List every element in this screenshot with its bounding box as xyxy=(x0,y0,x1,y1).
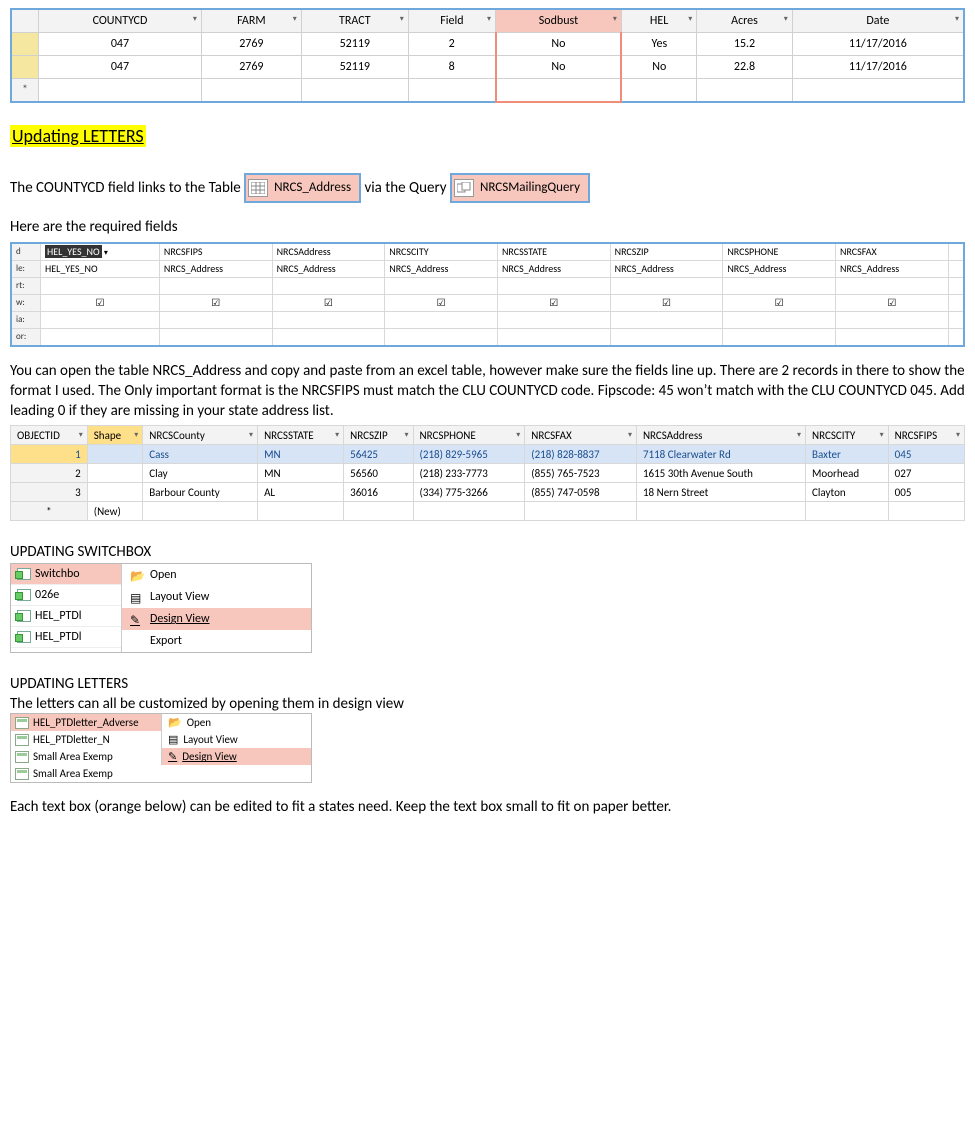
show-checkbox[interactable]: ☑ xyxy=(41,294,160,311)
show-checkbox[interactable]: ☑ xyxy=(159,294,272,311)
form-icon xyxy=(17,589,31,601)
field-cell[interactable]: HEL_YES_NO ▾ xyxy=(41,243,160,261)
new-row[interactable]: * xyxy=(11,79,964,103)
chevron-down-icon[interactable]: ▾ xyxy=(400,14,404,24)
nrcs-address-table[interactable]: OBJECTID▾ Shape▾ NRCSCounty▾ NRCSSTATE▾ … xyxy=(10,425,965,521)
show-checkbox[interactable]: ☑ xyxy=(385,294,498,311)
nav-item-switchboard[interactable]: Switchbo xyxy=(11,564,121,585)
table-row[interactable]: 047 2769 52119 8 No No 22.8 11/17/2016 xyxy=(11,56,964,79)
menu-open[interactable]: 📂Open xyxy=(162,714,311,731)
show-checkbox[interactable]: ☑ xyxy=(272,294,385,311)
table-row[interactable]: 2 Clay MN 56560 (218) 233-7773 (855) 765… xyxy=(11,464,965,483)
col-shape[interactable]: Shape▾ xyxy=(87,426,142,445)
col-nrcszip[interactable]: NRCSZIP▾ xyxy=(344,426,413,445)
col-nrcsphone[interactable]: NRCSPHONE▾ xyxy=(413,426,525,445)
col-date[interactable]: Date▾ xyxy=(792,9,964,33)
required-fields-label: Here are the required fields xyxy=(10,217,965,237)
form-icon xyxy=(17,568,31,580)
col-sodbust[interactable]: Sodbust▾ xyxy=(496,9,622,33)
letters-context-menu: HEL_PTDletter_Adverse HEL_PTDletter_N Sm… xyxy=(10,713,312,783)
chevron-down-icon[interactable]: ▾ xyxy=(293,14,297,24)
col-farm[interactable]: FARM▾ xyxy=(201,9,301,33)
layout-icon: ▤ xyxy=(168,733,178,746)
design-icon: ✎ xyxy=(168,750,177,763)
col-tract[interactable]: TRACT▾ xyxy=(301,9,408,33)
nav-item[interactable]: HEL_PTDl xyxy=(11,627,121,648)
open-icon: 📂 xyxy=(168,716,182,729)
chip-label: NRCS_Address xyxy=(274,173,351,203)
switchbox-context-menu: Switchbo 026e HEL_PTDl HEL_PTDl 📂Open ▤L… xyxy=(10,563,312,653)
col-acres[interactable]: Acres▾ xyxy=(697,9,792,33)
col-nrcsaddress[interactable]: NRCSAddress▾ xyxy=(636,426,805,445)
query-design-grid[interactable]: d HEL_YES_NO ▾ NRCSFIPS NRCSAddress NRCS… xyxy=(10,242,965,347)
nav-item[interactable]: HEL_PTDl xyxy=(11,606,121,627)
nav-item[interactable]: 026e xyxy=(11,585,121,606)
col-nrcscity[interactable]: NRCSCITY▾ xyxy=(806,426,889,445)
report-icon xyxy=(15,734,29,746)
heading-updating-letters-2: UPDATING LETTERS xyxy=(10,675,965,693)
paragraph-copy-instructions: You can open the table NRCS_Address and … xyxy=(10,361,965,422)
chevron-down-icon[interactable]: ▾ xyxy=(784,14,788,24)
nav-item[interactable]: Small Area Exemp xyxy=(11,765,161,782)
chevron-down-icon[interactable]: ▾ xyxy=(688,14,692,24)
chevron-down-icon[interactable]: ▾ xyxy=(487,14,491,24)
show-checkbox[interactable]: ☑ xyxy=(610,294,723,311)
menu-layout-view[interactable]: ▤Layout View xyxy=(162,731,311,748)
form-icon xyxy=(17,631,31,643)
menu-open[interactable]: 📂Open xyxy=(122,564,311,586)
menu-design-view[interactable]: ✎Design View xyxy=(162,748,311,765)
open-icon: 📂 xyxy=(130,569,144,581)
col-nrcscounty[interactable]: NRCSCounty▾ xyxy=(143,426,258,445)
design-icon: ✎ xyxy=(130,613,144,625)
query-icon xyxy=(454,179,474,197)
table-icon xyxy=(248,179,268,197)
report-icon xyxy=(15,751,29,763)
text: via the Query xyxy=(364,179,449,197)
show-checkbox[interactable]: ☑ xyxy=(723,294,836,311)
top-datasheet[interactable]: COUNTYCD▾ FARM▾ TRACT▾ Field▾ Sodbust▾ H… xyxy=(10,8,965,103)
row-selector-header xyxy=(11,9,39,33)
nav-item[interactable]: Small Area Exemp xyxy=(11,748,161,765)
col-nrcsstate[interactable]: NRCSSTATE▾ xyxy=(258,426,344,445)
chevron-down-icon[interactable]: ▾ xyxy=(613,14,617,24)
chip-label: NRCSMailingQuery xyxy=(480,173,580,203)
heading-updating-letters: Updating LETTERS xyxy=(10,125,146,147)
heading-updating-switchbox: UPDATING SWITCHBOX xyxy=(10,543,965,561)
chevron-down-icon[interactable]: ▾ xyxy=(193,14,197,24)
table-row[interactable]: 047 2769 52119 2 No Yes 15.2 11/17/2016 xyxy=(11,33,964,56)
table-chip-nrcs-address[interactable]: NRCS_Address xyxy=(244,173,361,203)
table-row[interactable]: 1 Cass MN 56425 (218) 829-5965 (218) 828… xyxy=(11,445,965,464)
letters-customize-line: The letters can all be customized by ope… xyxy=(10,695,965,713)
col-objectid[interactable]: OBJECTID▾ xyxy=(11,426,88,445)
col-nrcsfax[interactable]: NRCSFAX▾ xyxy=(525,426,637,445)
chevron-down-icon[interactable]: ▾ xyxy=(955,14,959,24)
show-checkbox[interactable]: ☑ xyxy=(836,294,949,311)
col-nrcsfips[interactable]: NRCSFIPS▾ xyxy=(888,426,964,445)
report-icon xyxy=(15,768,29,780)
menu-layout-view[interactable]: ▤Layout View xyxy=(122,586,311,608)
closing-paragraph: Each text box (orange below) can be edit… xyxy=(10,797,965,817)
col-field[interactable]: Field▾ xyxy=(408,9,495,33)
show-checkbox[interactable]: ☑ xyxy=(497,294,610,311)
query-chip-nrcsmailingquery[interactable]: NRCSMailingQuery xyxy=(450,173,590,203)
col-hel[interactable]: HEL▾ xyxy=(621,9,696,33)
layout-icon: ▤ xyxy=(130,591,144,603)
table-row[interactable]: 3 Barbour County AL 36016 (334) 775-3266… xyxy=(11,483,965,502)
new-row[interactable]: * (New) xyxy=(11,502,965,521)
text: The COUNTYCD field links to the Table xyxy=(10,179,244,197)
report-icon xyxy=(15,717,29,729)
col-countycd[interactable]: COUNTYCD▾ xyxy=(39,9,202,33)
form-icon xyxy=(17,610,31,622)
export-icon xyxy=(130,635,144,647)
nav-item[interactable]: HEL_PTDletter_N xyxy=(11,731,161,748)
link-line: The COUNTYCD field links to the Table NR… xyxy=(10,173,965,203)
nav-item-letter-adverse[interactable]: HEL_PTDletter_Adverse xyxy=(11,714,161,731)
menu-design-view[interactable]: ✎Design View xyxy=(122,608,311,630)
menu-export[interactable]: Export xyxy=(122,630,311,652)
